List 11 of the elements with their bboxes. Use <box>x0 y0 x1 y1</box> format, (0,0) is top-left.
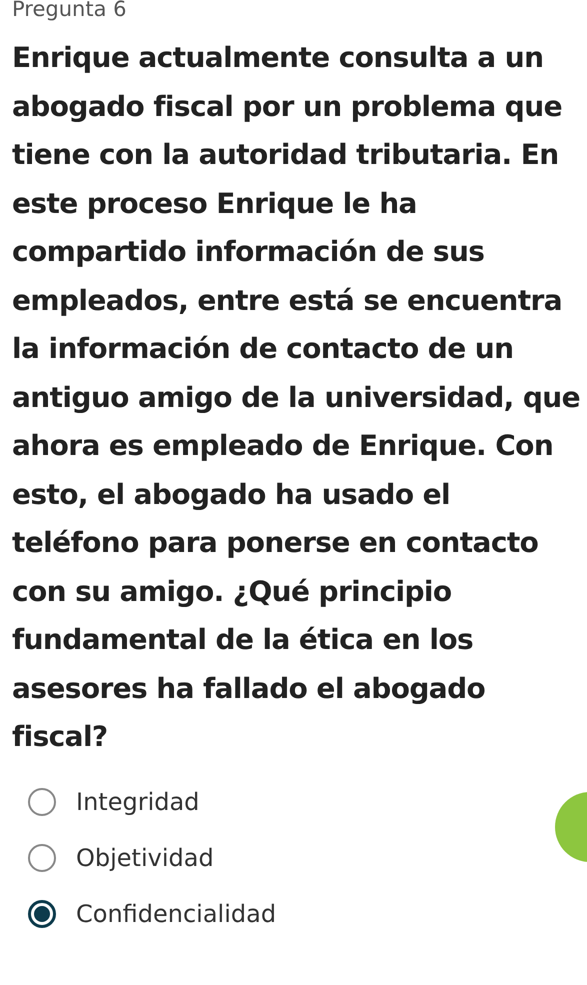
radio-button[interactable] <box>28 788 56 816</box>
question-text: Enrique actualmente consulta a un abogado fiscal por un problema que tiene con la autoridad tributaria. En este proceso Enrique le ha compartido información de sus empleados, entre está se encuentra la información de contacto de un antiguo amigo de la universidad, que ahora es empleado de Enrique. Con esto, el abogado ha usado el teléfono para ponerse en contacto con su amigo. ¿Qué principio fundamental de la ética en los asesores ha fallado el abogado fiscal? <box>12 40 580 755</box>
option-label: Integridad <box>76 788 200 816</box>
option-label: Confidencialidad <box>76 900 276 928</box>
answer-option[interactable]: Objetividad <box>28 840 214 876</box>
answer-option[interactable]: Confidencialidad <box>28 896 276 932</box>
answer-option[interactable]: Integridad <box>28 784 200 820</box>
radio-button[interactable] <box>28 900 56 928</box>
question-number: Pregunta 6 <box>12 0 128 20</box>
option-label: Objetividad <box>76 844 214 872</box>
radio-button[interactable] <box>28 844 56 872</box>
